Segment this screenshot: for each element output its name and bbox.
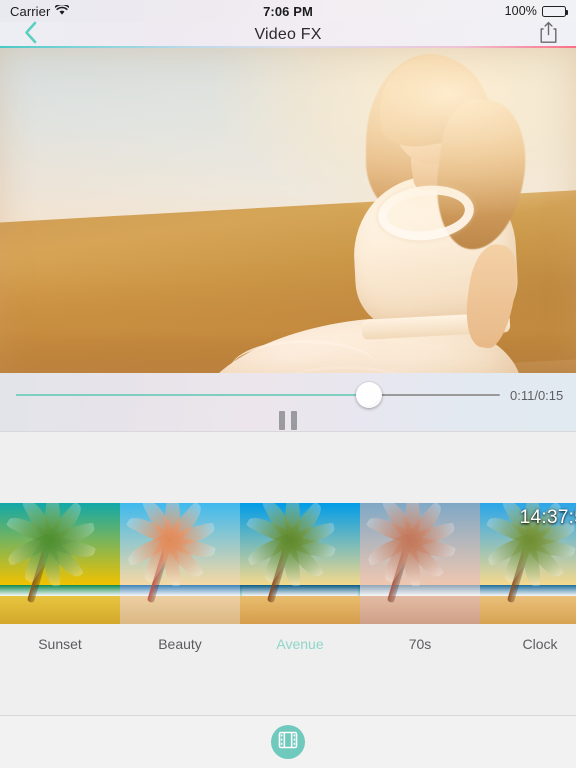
lower-background <box>0 664 576 715</box>
app-root: Carrier 7:06 PM 100% Video FX 0:11/0:15 … <box>0 0 576 768</box>
preview-vignette <box>0 48 576 373</box>
video-preview[interactable] <box>0 48 576 373</box>
filter-thumbnail[interactable]: 14:37:50 <box>480 503 576 624</box>
filter-preview-image <box>360 503 480 624</box>
pause-icon <box>279 410 297 430</box>
filter-thumbnail[interactable] <box>240 503 360 624</box>
share-button[interactable] <box>520 21 576 49</box>
player-controls: 0:11/0:15 <box>0 373 576 432</box>
status-bar-right: 100% <box>504 4 569 18</box>
page-title: Video FX <box>254 25 322 43</box>
status-bar-left: Carrier <box>10 3 70 19</box>
spacer-area <box>0 432 576 503</box>
filter-preview-image <box>240 503 360 624</box>
status-bar: Carrier 7:06 PM 100% <box>0 0 576 22</box>
film-strip-icon <box>278 731 298 754</box>
battery-full-icon <box>542 5 569 17</box>
filter-label[interactable]: 70s <box>360 624 480 664</box>
battery-percent-label: 100% <box>504 4 537 18</box>
share-upload-icon <box>539 21 558 49</box>
filter-label[interactable]: Beauty <box>120 624 240 664</box>
film-strip-button[interactable] <box>271 725 305 759</box>
scrubber-row: 0:11/0:15 <box>0 380 576 410</box>
carrier-label: Carrier <box>10 3 51 19</box>
play-pause-button[interactable] <box>266 409 310 431</box>
filter-thumbnail[interactable] <box>360 503 480 624</box>
filter-label-row: Sunset Beauty Avenue 70s Clock <box>0 624 576 664</box>
status-bar-clock: 7:06 PM <box>263 3 313 19</box>
time-label: 0:11/0:15 <box>510 387 564 403</box>
wifi-icon <box>54 3 70 19</box>
filter-thumbnail[interactable] <box>0 503 120 624</box>
scrubber-slider[interactable] <box>16 380 500 410</box>
filter-preview-image <box>0 503 120 624</box>
navigation-bar: Video FX <box>0 21 576 49</box>
filter-label[interactable]: Avenue <box>240 624 360 664</box>
filter-label[interactable]: Sunset <box>0 624 120 664</box>
scrubber-progress <box>16 394 370 396</box>
filter-label[interactable]: Clock <box>480 624 576 664</box>
bottom-toolbar <box>0 715 576 768</box>
filter-timestamp-overlay: 14:37:50 <box>519 507 576 528</box>
filter-thumbnail-strip[interactable]: 14:37:50 <box>0 503 576 624</box>
scrubber-thumb[interactable] <box>356 382 383 408</box>
filter-thumbnail[interactable] <box>120 503 240 624</box>
filter-preview-image <box>120 503 240 624</box>
